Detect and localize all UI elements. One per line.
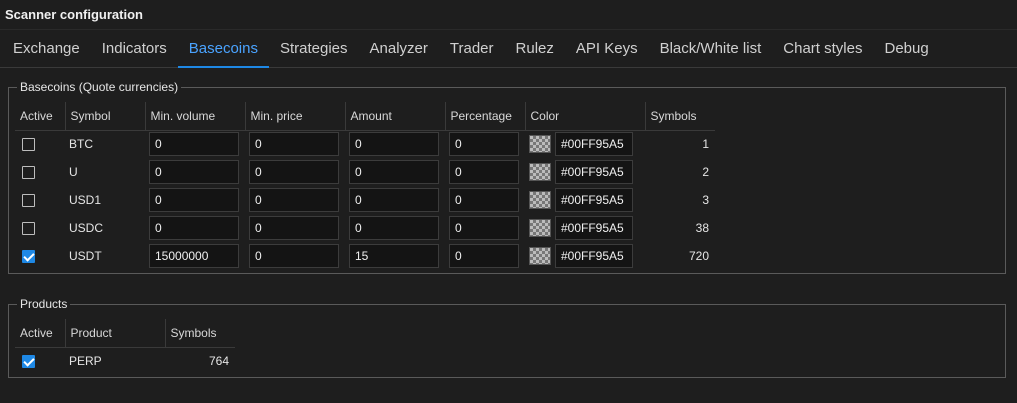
tab-black-white-list[interactable]: Black/White list (649, 30, 773, 67)
col-symbol: Symbol (64, 102, 145, 131)
symbol-label: BTC (69, 137, 93, 152)
color-input[interactable]: #00FF95A5 (555, 216, 633, 240)
products-group-title: Products (17, 297, 71, 312)
col-symbols: Symbols (644, 102, 715, 131)
products-group: Products Active Product Symbols PERP 764 (8, 297, 1006, 378)
min-price-input[interactable]: 0 (249, 132, 339, 157)
color-swatch[interactable] (529, 247, 551, 265)
symbol-label: U (69, 165, 78, 179)
amount-input[interactable]: 0 (349, 132, 439, 157)
tab-exchange[interactable]: Exchange (2, 30, 91, 67)
table-row: BTC 0 0 0 0 #00FF95A5 1 (15, 130, 715, 158)
col-active: Active (15, 319, 65, 348)
amount-input[interactable]: 0 (349, 216, 439, 240)
tab-rulez[interactable]: Rulez (505, 30, 565, 67)
active-checkbox[interactable] (22, 194, 35, 208)
table-row: USDC 0 0 0 0 #00FF95A5 38 (15, 214, 715, 242)
symbols-count: 720 (688, 249, 709, 263)
symbols-count: 3 (702, 193, 709, 207)
titlebar: Scanner configuration (0, 0, 1017, 30)
symbol-label: USDC (69, 221, 104, 235)
min-price-input[interactable]: 0 (249, 188, 339, 212)
min-volume-input[interactable]: 0 (149, 132, 239, 157)
color-input[interactable]: #00FF95A5 (555, 244, 633, 268)
tab-basecoins[interactable]: Basecoins (177, 30, 270, 68)
color-input[interactable]: #00FF95A5 (555, 132, 633, 157)
table-row: USDT 15000000 0 15 0 #00FF95A5 720 (15, 242, 715, 270)
col-min-price: Min. price (244, 102, 345, 131)
symbols-count: 2 (702, 165, 709, 179)
amount-input[interactable]: 15 (349, 244, 439, 268)
symbols-count: 1 (702, 137, 709, 152)
color-swatch[interactable] (529, 191, 551, 209)
amount-input[interactable]: 0 (349, 160, 439, 184)
tab-api-keys[interactable]: API Keys (565, 30, 649, 67)
min-volume-input[interactable]: 0 (149, 188, 239, 212)
product-label: PERP (69, 354, 102, 369)
min-volume-input[interactable]: 0 (149, 160, 239, 184)
amount-input[interactable]: 0 (349, 188, 439, 212)
min-volume-input[interactable]: 15000000 (149, 244, 239, 268)
symbols-count: 38 (695, 221, 709, 235)
active-checkbox[interactable] (22, 355, 35, 369)
percentage-input[interactable]: 0 (449, 188, 519, 212)
tab-indicators[interactable]: Indicators (91, 30, 178, 67)
basecoins-header-row: Active Symbol Min. volume Min. price Amo… (15, 102, 715, 131)
symbols-count: 764 (208, 354, 229, 369)
min-price-input[interactable]: 0 (249, 216, 339, 240)
symbol-label: USDT (69, 249, 102, 263)
active-checkbox[interactable] (22, 138, 35, 152)
col-min-volume: Min. volume (144, 102, 245, 131)
col-color: Color (524, 102, 645, 131)
percentage-input[interactable]: 0 (449, 244, 519, 268)
color-input[interactable]: #00FF95A5 (555, 160, 633, 184)
tab-bar: Exchange Indicators Basecoins Strategies… (0, 30, 1017, 68)
basecoins-table: Active Symbol Min. volume Min. price Amo… (15, 102, 715, 270)
table-row: U 0 0 0 0 #00FF95A5 2 (15, 158, 715, 186)
active-checkbox[interactable] (22, 222, 35, 236)
percentage-input[interactable]: 0 (449, 132, 519, 157)
percentage-input[interactable]: 0 (449, 160, 519, 184)
tab-strategies[interactable]: Strategies (269, 30, 359, 67)
tab-trader[interactable]: Trader (439, 30, 505, 67)
color-swatch[interactable] (529, 219, 551, 237)
basecoins-group-title: Basecoins (Quote currencies) (17, 80, 182, 95)
active-checkbox[interactable] (22, 250, 35, 264)
basecoins-group: Basecoins (Quote currencies) Active Symb… (8, 80, 1006, 274)
products-header-row: Active Product Symbols (15, 319, 235, 348)
active-checkbox[interactable] (22, 166, 35, 180)
color-swatch[interactable] (529, 135, 551, 154)
col-symbols: Symbols (164, 319, 235, 348)
min-price-input[interactable]: 0 (249, 244, 339, 268)
col-amount: Amount (344, 102, 445, 131)
min-volume-input[interactable]: 0 (149, 216, 239, 240)
tab-chart-styles[interactable]: Chart styles (772, 30, 873, 67)
color-swatch[interactable] (529, 163, 551, 181)
percentage-input[interactable]: 0 (449, 216, 519, 240)
table-row: USD1 0 0 0 0 #00FF95A5 3 (15, 186, 715, 214)
table-row: PERP 764 (15, 347, 235, 375)
symbol-label: USD1 (69, 193, 102, 207)
col-percentage: Percentage (444, 102, 525, 131)
products-table: Active Product Symbols PERP 764 (15, 319, 235, 375)
col-active: Active (15, 102, 65, 131)
color-input[interactable]: #00FF95A5 (555, 188, 633, 212)
tab-analyzer[interactable]: Analyzer (359, 30, 439, 67)
window-title: Scanner configuration (5, 7, 143, 22)
col-product: Product (64, 319, 165, 348)
min-price-input[interactable]: 0 (249, 160, 339, 184)
tab-debug[interactable]: Debug (873, 30, 939, 67)
